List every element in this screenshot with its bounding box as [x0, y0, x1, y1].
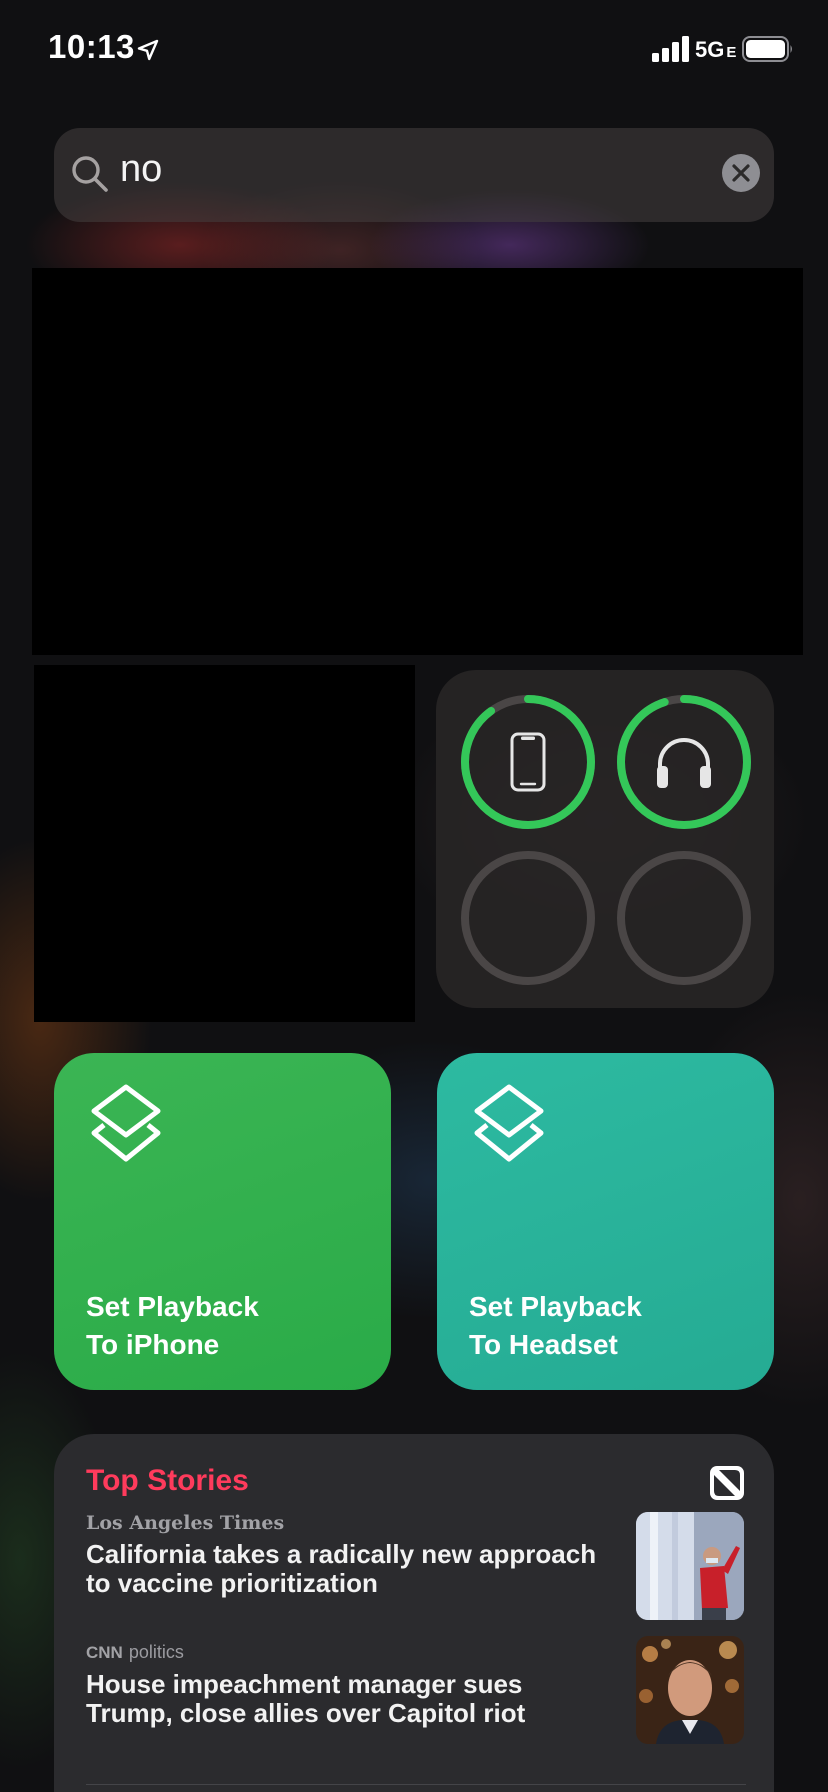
- story-divider: [86, 1784, 746, 1785]
- shortcut-label-line: Set Playback: [86, 1291, 259, 1322]
- network-indicator: 5G E: [695, 37, 736, 63]
- shortcut-label-line: To Headset: [469, 1329, 618, 1360]
- battery-level-fill: [461, 695, 595, 829]
- news-top-stories-widget[interactable]: Top Stories Los Angeles Times California…: [54, 1434, 774, 1792]
- shortcut-set-playback-headset[interactable]: Set Playback To Headset: [437, 1053, 774, 1390]
- location-arrow-icon: [137, 39, 159, 61]
- apple-news-icon: [710, 1466, 744, 1500]
- battery-ring-empty: [614, 848, 754, 988]
- story-thumbnail: [636, 1636, 744, 1744]
- news-story[interactable]: CNN politics House impeachment manager su…: [86, 1636, 746, 1744]
- status-time: 10:13: [48, 28, 135, 65]
- shortcuts-layers-icon: [91, 1084, 161, 1162]
- battery-level-fill: [617, 695, 751, 829]
- shortcut-label-line: To iPhone: [86, 1329, 220, 1360]
- network-type: 5G: [695, 37, 725, 62]
- clear-x-icon: [732, 164, 750, 182]
- redacted-widget-small: [34, 665, 415, 1022]
- shortcuts-layers-icon: [474, 1084, 544, 1162]
- battery-ring-iphone: [458, 692, 598, 832]
- story-headline: House impeachment manager sues Trump, cl…: [86, 1669, 526, 1728]
- story-thumbnail: [636, 1512, 744, 1620]
- story-headline: California takes a radically new approac…: [86, 1539, 597, 1598]
- search-bar[interactable]: no: [54, 128, 774, 222]
- magnifying-glass-icon: [72, 156, 108, 192]
- batteries-widget[interactable]: [436, 670, 774, 1008]
- redacted-widget-area: [32, 268, 803, 655]
- story-source-brand: CNN: [86, 1643, 123, 1662]
- battery-icon: [742, 36, 792, 62]
- cellular-signal-icon: [652, 36, 689, 62]
- search-input[interactable]: no: [120, 148, 162, 191]
- network-subtype: E: [726, 44, 737, 61]
- shortcut-label-line: Set Playback: [469, 1291, 642, 1322]
- news-widget-title: Top Stories: [86, 1464, 249, 1497]
- clear-search-button[interactable]: [722, 154, 760, 192]
- battery-ring-headphones: [614, 692, 754, 832]
- shortcut-label: Set Playback To Headset: [469, 1288, 759, 1364]
- shortcut-set-playback-iphone[interactable]: Set Playback To iPhone: [54, 1053, 391, 1390]
- headphones-icon: [657, 738, 711, 788]
- battery-ring-empty: [458, 848, 598, 988]
- news-story[interactable]: Los Angeles Times California takes a rad…: [86, 1512, 746, 1620]
- iphone-icon: [510, 732, 546, 792]
- ios-search-screen: 10:13 5G E no Set Playback To iPhone Set…: [0, 0, 828, 1792]
- shortcut-label: Set Playback To iPhone: [86, 1288, 376, 1364]
- story-source-section: politics: [128, 1642, 184, 1662]
